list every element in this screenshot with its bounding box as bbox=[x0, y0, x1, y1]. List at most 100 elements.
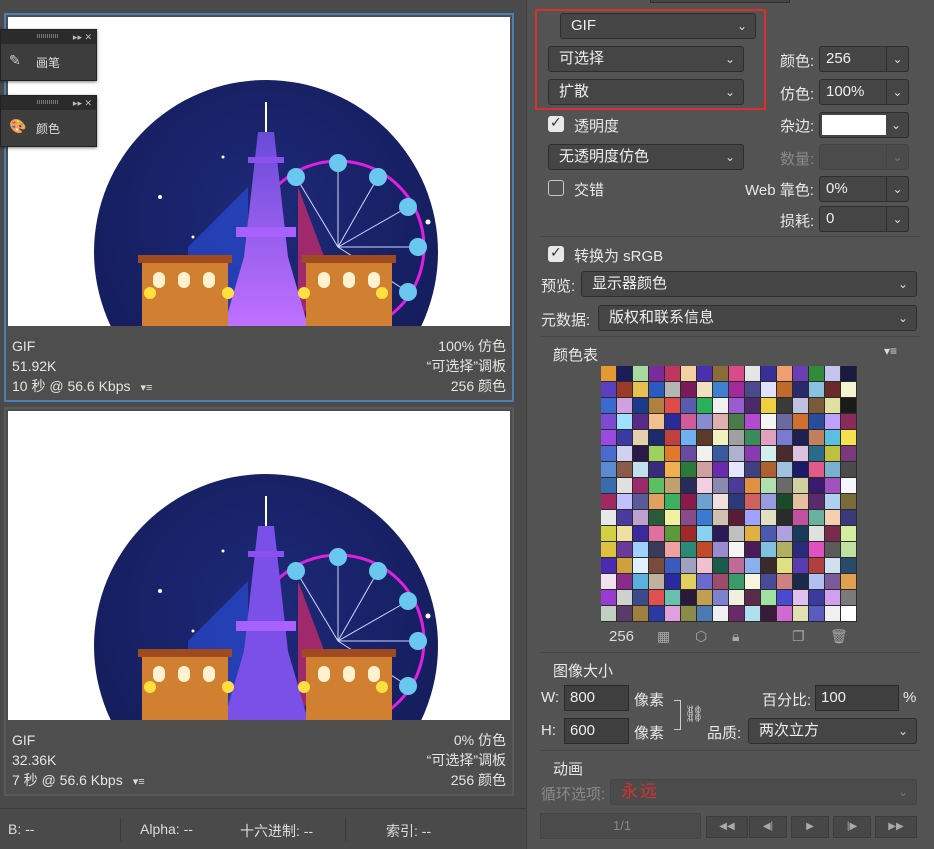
color-swatch[interactable] bbox=[617, 462, 633, 478]
chevron-down-icon[interactable]: ⌄ bbox=[886, 80, 908, 104]
color-swatch[interactable] bbox=[617, 382, 633, 398]
color-swatch[interactable] bbox=[681, 542, 697, 558]
color-swatch[interactable] bbox=[825, 462, 841, 478]
transparency-dither-dropdown[interactable]: 无透明度仿色 ⌄ bbox=[548, 144, 744, 170]
color-swatch[interactable] bbox=[841, 558, 857, 574]
color-swatch[interactable] bbox=[697, 462, 713, 478]
color-swatch[interactable] bbox=[601, 558, 617, 574]
color-swatch[interactable] bbox=[729, 510, 745, 526]
color-swatch[interactable] bbox=[649, 430, 665, 446]
color-swatch[interactable] bbox=[825, 510, 841, 526]
color-swatch[interactable] bbox=[825, 478, 841, 494]
color-swatch[interactable] bbox=[713, 414, 729, 430]
new-color-icon[interactable]: ❐ bbox=[792, 628, 805, 645]
color-swatch[interactable] bbox=[681, 526, 697, 542]
color-swatch[interactable] bbox=[809, 462, 825, 478]
color-swatch[interactable] bbox=[649, 398, 665, 414]
color-swatch[interactable] bbox=[729, 366, 745, 382]
height-input[interactable]: 600 bbox=[564, 718, 629, 744]
color-swatch[interactable] bbox=[729, 382, 745, 398]
color-swatch[interactable] bbox=[713, 398, 729, 414]
color-swatch[interactable] bbox=[793, 398, 809, 414]
color-swatch[interactable] bbox=[697, 590, 713, 606]
color-swatch[interactable] bbox=[633, 542, 649, 558]
color-swatch[interactable] bbox=[665, 366, 681, 382]
color-swatch[interactable] bbox=[681, 398, 697, 414]
color-swatch[interactable] bbox=[601, 606, 617, 622]
link-icon[interactable]: ⛓ bbox=[684, 704, 704, 724]
color-swatch[interactable] bbox=[697, 526, 713, 542]
color-swatch[interactable] bbox=[729, 606, 745, 622]
preview-panel-alternate[interactable]: GIF 0% 仿色 32.36K “可选择”调板 7 秒 @ 56.6 Kbps… bbox=[4, 407, 514, 796]
color-swatch[interactable] bbox=[825, 398, 841, 414]
color-swatch[interactable] bbox=[665, 606, 681, 622]
color-swatch[interactable] bbox=[761, 382, 777, 398]
color-swatch[interactable] bbox=[777, 446, 793, 462]
play-button[interactable]: ▶ bbox=[791, 816, 829, 838]
color-swatch[interactable] bbox=[825, 430, 841, 446]
color-swatch[interactable] bbox=[729, 398, 745, 414]
color-swatch[interactable] bbox=[697, 494, 713, 510]
color-swatch[interactable] bbox=[617, 430, 633, 446]
color-swatch[interactable] bbox=[745, 430, 761, 446]
color-swatch[interactable] bbox=[777, 382, 793, 398]
color-swatch[interactable] bbox=[841, 494, 857, 510]
color-swatch[interactable] bbox=[601, 478, 617, 494]
color-swatch[interactable] bbox=[809, 558, 825, 574]
color-swatch[interactable] bbox=[633, 414, 649, 430]
color-swatch[interactable] bbox=[777, 478, 793, 494]
color-swatch[interactable] bbox=[601, 574, 617, 590]
color-swatch[interactable] bbox=[825, 590, 841, 606]
color-swatch[interactable] bbox=[665, 542, 681, 558]
color-panel-label[interactable]: 颜色 bbox=[36, 120, 60, 137]
color-swatch[interactable] bbox=[601, 414, 617, 430]
color-swatch[interactable] bbox=[793, 366, 809, 382]
color-swatch[interactable] bbox=[745, 462, 761, 478]
color-swatch[interactable] bbox=[745, 526, 761, 542]
color-swatch[interactable] bbox=[841, 526, 857, 542]
chevron-down-icon[interactable]: ⌄ bbox=[891, 113, 901, 137]
colors-input[interactable]: 256 ⌄ bbox=[819, 46, 909, 72]
color-swatch[interactable] bbox=[825, 558, 841, 574]
color-swatch[interactable] bbox=[729, 478, 745, 494]
width-input[interactable]: 800 bbox=[564, 685, 629, 711]
color-swatch[interactable] bbox=[761, 430, 777, 446]
color-swatch[interactable] bbox=[601, 366, 617, 382]
color-swatch[interactable] bbox=[601, 430, 617, 446]
color-swatch[interactable] bbox=[713, 574, 729, 590]
matte-swatch[interactable] bbox=[822, 115, 886, 135]
color-swatch[interactable] bbox=[633, 430, 649, 446]
color-swatch[interactable] bbox=[777, 558, 793, 574]
color-swatch[interactable] bbox=[745, 558, 761, 574]
color-swatch[interactable] bbox=[665, 462, 681, 478]
color-swatch[interactable] bbox=[777, 510, 793, 526]
color-swatch[interactable] bbox=[825, 366, 841, 382]
color-swatch[interactable] bbox=[761, 366, 777, 382]
color-swatch[interactable] bbox=[777, 398, 793, 414]
color-swatch[interactable] bbox=[809, 510, 825, 526]
color-swatch[interactable] bbox=[729, 462, 745, 478]
color-swatch[interactable] bbox=[729, 542, 745, 558]
color-swatch[interactable] bbox=[777, 526, 793, 542]
color-swatch[interactable] bbox=[697, 414, 713, 430]
color-swatch[interactable] bbox=[713, 526, 729, 542]
color-swatch[interactable] bbox=[649, 526, 665, 542]
color-swatch[interactable] bbox=[633, 558, 649, 574]
color-swatch[interactable] bbox=[761, 574, 777, 590]
color-swatch[interactable] bbox=[777, 494, 793, 510]
color-swatch[interactable] bbox=[825, 542, 841, 558]
color-swatch[interactable] bbox=[665, 478, 681, 494]
color-swatch[interactable] bbox=[761, 398, 777, 414]
color-swatch[interactable] bbox=[681, 478, 697, 494]
color-swatch[interactable] bbox=[793, 494, 809, 510]
color-swatch[interactable] bbox=[841, 462, 857, 478]
color-swatch[interactable] bbox=[633, 606, 649, 622]
trash-icon[interactable]: 🗑︎ bbox=[830, 628, 848, 645]
color-swatch[interactable] bbox=[777, 414, 793, 430]
color-swatch[interactable] bbox=[649, 366, 665, 382]
transparency-checkbox[interactable]: ✓ bbox=[548, 114, 564, 132]
preview-image[interactable] bbox=[8, 411, 510, 720]
color-swatch[interactable] bbox=[617, 542, 633, 558]
color-swatch[interactable] bbox=[729, 430, 745, 446]
color-swatch[interactable] bbox=[793, 446, 809, 462]
